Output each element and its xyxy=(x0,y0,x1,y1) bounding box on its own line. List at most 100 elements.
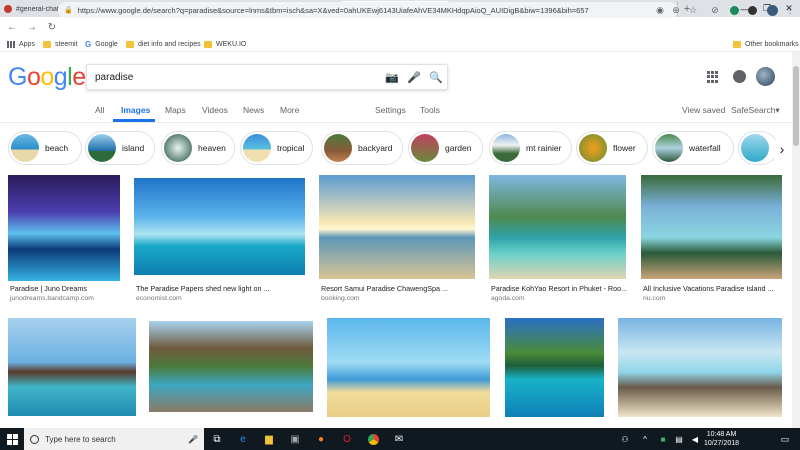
result-caption[interactable]: Resort Samui Paradise ChawengSpa ... xyxy=(321,284,491,293)
reload-icon[interactable]: ↻ xyxy=(44,19,60,35)
chip-thumbnail xyxy=(741,134,769,162)
tab-images[interactable]: Images xyxy=(121,105,150,115)
mic-icon[interactable]: 🎤 xyxy=(188,435,198,444)
related-search-chip[interactable]: mt rainier xyxy=(489,131,572,165)
search-input[interactable]: paradise xyxy=(95,72,381,83)
notifications-icon[interactable] xyxy=(733,70,746,83)
mail-icon[interactable]: ✉ xyxy=(392,432,406,446)
notification-center-icon[interactable]: ▭ xyxy=(778,432,792,446)
related-search-chip[interactable]: flower xyxy=(576,131,648,165)
bookmark-label: diet info and recipes xyxy=(138,41,201,48)
bookmark-weku[interactable]: WEKU.IO xyxy=(204,39,246,50)
firefox-icon[interactable]: ● xyxy=(314,432,328,446)
zoom-icon[interactable]: ⊕ xyxy=(669,3,683,17)
task-view-icon[interactable]: ⧉ xyxy=(210,432,224,446)
related-search-chip[interactable]: garden xyxy=(408,131,483,165)
tab-maps[interactable]: Maps xyxy=(165,105,186,115)
opera-icon[interactable]: O xyxy=(340,432,354,446)
google-logo[interactable]: Google xyxy=(8,63,86,92)
related-search-chip[interactable]: waterfall xyxy=(652,131,734,165)
result-image[interactable] xyxy=(149,321,313,412)
search-circle-icon xyxy=(30,434,39,444)
result-image[interactable] xyxy=(8,175,120,281)
tab-all[interactable]: All xyxy=(95,105,104,115)
back-icon[interactable]: ← xyxy=(4,19,20,35)
chip-thumbnail xyxy=(11,134,39,162)
result-caption[interactable]: All Inclusive Vacations Paradise Island … xyxy=(643,284,798,293)
result-image[interactable] xyxy=(327,318,490,417)
chip-label: beach xyxy=(45,143,69,153)
tab-favicon-icon xyxy=(4,5,12,13)
menu-dots-icon[interactable]: ⋮ xyxy=(783,3,797,17)
extension-dark-icon[interactable] xyxy=(745,3,759,17)
settings-link[interactable]: Settings xyxy=(375,105,406,115)
scrollbar[interactable] xyxy=(792,52,800,428)
avatar[interactable] xyxy=(756,67,775,86)
volume-icon[interactable]: ◀ xyxy=(688,432,702,446)
profile-icon[interactable] xyxy=(765,3,779,17)
safesearch-toggle[interactable]: SafeSearch▾ xyxy=(731,105,780,116)
bookmark-diet[interactable]: diet info and recipes xyxy=(126,39,201,50)
result-image[interactable] xyxy=(505,318,604,417)
forward-icon[interactable]: → xyxy=(24,19,40,35)
tools-link[interactable]: Tools xyxy=(420,105,440,115)
result-image[interactable] xyxy=(8,318,136,416)
location-icon[interactable]: ◉ xyxy=(653,3,667,17)
related-search-chip[interactable]: tropical xyxy=(240,131,313,165)
search-box[interactable]: paradise 📷 🎤 🔍 xyxy=(86,64,448,90)
chip-label: island xyxy=(122,143,145,153)
mic-icon[interactable]: 🎤 xyxy=(403,66,425,88)
related-search-chip[interactable]: heaven xyxy=(161,131,235,165)
view-saved-link[interactable]: View saved xyxy=(682,105,725,115)
related-search-chip[interactable]: backyard xyxy=(321,131,403,165)
tab-videos[interactable]: Videos xyxy=(202,105,228,115)
related-search-chip[interactable]: beach xyxy=(8,131,82,165)
people-icon[interactable]: ⚇ xyxy=(618,432,632,446)
windows-start-icon[interactable] xyxy=(0,428,24,450)
related-search-chip[interactable]: island xyxy=(85,131,155,165)
bookmark-label: steemit xyxy=(55,41,78,48)
tab-more[interactable]: More xyxy=(280,105,299,115)
network-icon[interactable]: ▤ xyxy=(672,432,686,446)
camera-icon[interactable]: 📷 xyxy=(381,66,403,88)
store-icon[interactable]: ▣ xyxy=(288,432,302,446)
address-bar[interactable]: 🔒 https://www.google.de/search?q=paradis… xyxy=(58,2,678,18)
extension-icon[interactable]: ⊘ xyxy=(708,3,722,17)
result-caption[interactable]: The Paradise Papers shed new light on ..… xyxy=(136,284,321,293)
tab-news[interactable]: News xyxy=(243,105,264,115)
bookmark-label: Google xyxy=(95,41,118,48)
scroll-thumb[interactable] xyxy=(793,66,799,146)
search-icon[interactable]: 🔍 xyxy=(425,66,447,88)
chrome-icon[interactable] xyxy=(366,432,380,446)
bookmark-steemit[interactable]: steemit xyxy=(43,39,78,50)
result-caption[interactable]: Paradise | Juno Dreams xyxy=(10,284,136,293)
result-image[interactable] xyxy=(489,175,626,279)
folder-icon xyxy=(126,41,134,48)
chip-thumbnail xyxy=(88,134,116,162)
bookmark-google[interactable]: G Google xyxy=(85,39,118,50)
result-caption[interactable]: Paradise KohYao Resort in Phuket - Roo..… xyxy=(491,284,642,293)
file-explorer-icon[interactable]: ▆ xyxy=(262,432,276,446)
system-clock[interactable]: 10:48 AM 10/27/2018 xyxy=(704,430,739,448)
result-image[interactable] xyxy=(134,178,305,275)
related-searches: beach island heaven tropical backyard garden m… xyxy=(0,131,800,167)
folder-icon xyxy=(733,41,741,48)
result-image[interactable] xyxy=(319,175,475,279)
chevron-right-icon[interactable]: › xyxy=(772,140,792,158)
bookmark-star-icon[interactable]: ☆ xyxy=(686,3,700,17)
chip-label: heaven xyxy=(198,143,226,153)
other-bookmarks[interactable]: Other bookmarks xyxy=(733,39,799,50)
result-image[interactable] xyxy=(618,318,782,417)
google-g-icon: G xyxy=(85,40,92,49)
result-source: junodreams.bandcamp.com xyxy=(10,295,94,302)
taskbar-search[interactable]: Type here to search 🎤 xyxy=(24,428,204,450)
result-image[interactable] xyxy=(641,175,782,279)
extension-green-icon[interactable] xyxy=(727,3,741,17)
edge-icon[interactable]: e xyxy=(236,432,250,446)
bookmark-apps[interactable]: Apps xyxy=(7,39,35,50)
google-apps-icon[interactable] xyxy=(707,71,719,83)
apps-grid-icon xyxy=(7,41,15,48)
tray-app-icon[interactable]: ■ xyxy=(656,432,670,446)
chevron-up-icon[interactable]: ^ xyxy=(638,432,652,446)
bookmark-label: WEKU.IO xyxy=(216,41,247,48)
